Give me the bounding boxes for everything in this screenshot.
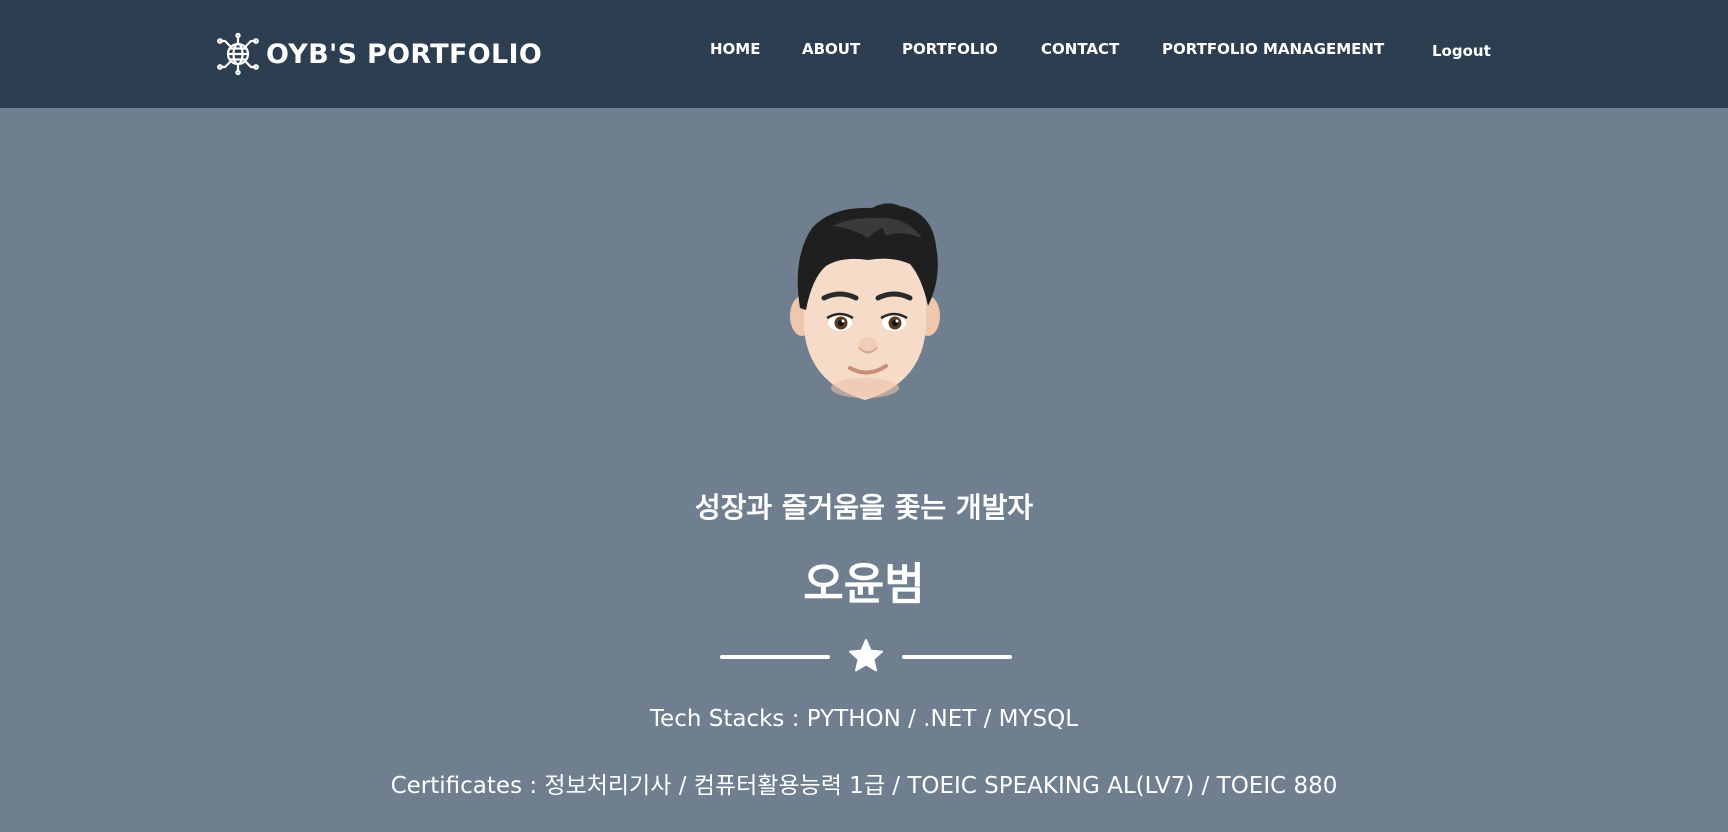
hero-subtitle: 성장과 즐거움을 좇는 개발자	[694, 491, 1034, 524]
divider-line-left	[720, 655, 830, 659]
nav-home[interactable]: HOME	[710, 40, 760, 58]
divider	[720, 636, 1012, 676]
nav-contact[interactable]: CONTACT	[1041, 40, 1119, 58]
hero-section: 성장과 즐거움을 좇는 개발자 오윤범 Tech Stacks : PYTHON…	[0, 108, 1728, 832]
nav-about[interactable]: ABOUT	[802, 40, 860, 58]
nav-links: HOME ABOUT PORTFOLIO CONTACT PORTFOLIO M…	[0, 38, 1728, 66]
nav-logout[interactable]: Logout	[1432, 42, 1491, 60]
star-icon	[849, 639, 883, 672]
hero-name: 오윤범	[803, 559, 925, 610]
memoji-avatar	[790, 203, 940, 400]
navbar: OYB'S PORTFOLIO HOME ABOUT PORTFOLIO CON…	[0, 0, 1728, 108]
divider-line-right	[902, 655, 1012, 659]
nav-portfolio-management[interactable]: PORTFOLIO MANAGEMENT	[1162, 40, 1384, 58]
certificates-text: Certificates : 정보처리기사 / 컴퓨터활용능력 1급 / TOE…	[390, 773, 1338, 799]
nav-portfolio[interactable]: PORTFOLIO	[902, 40, 998, 58]
tech-stacks-text: Tech Stacks : PYTHON / .NET / MYSQL	[649, 706, 1079, 732]
